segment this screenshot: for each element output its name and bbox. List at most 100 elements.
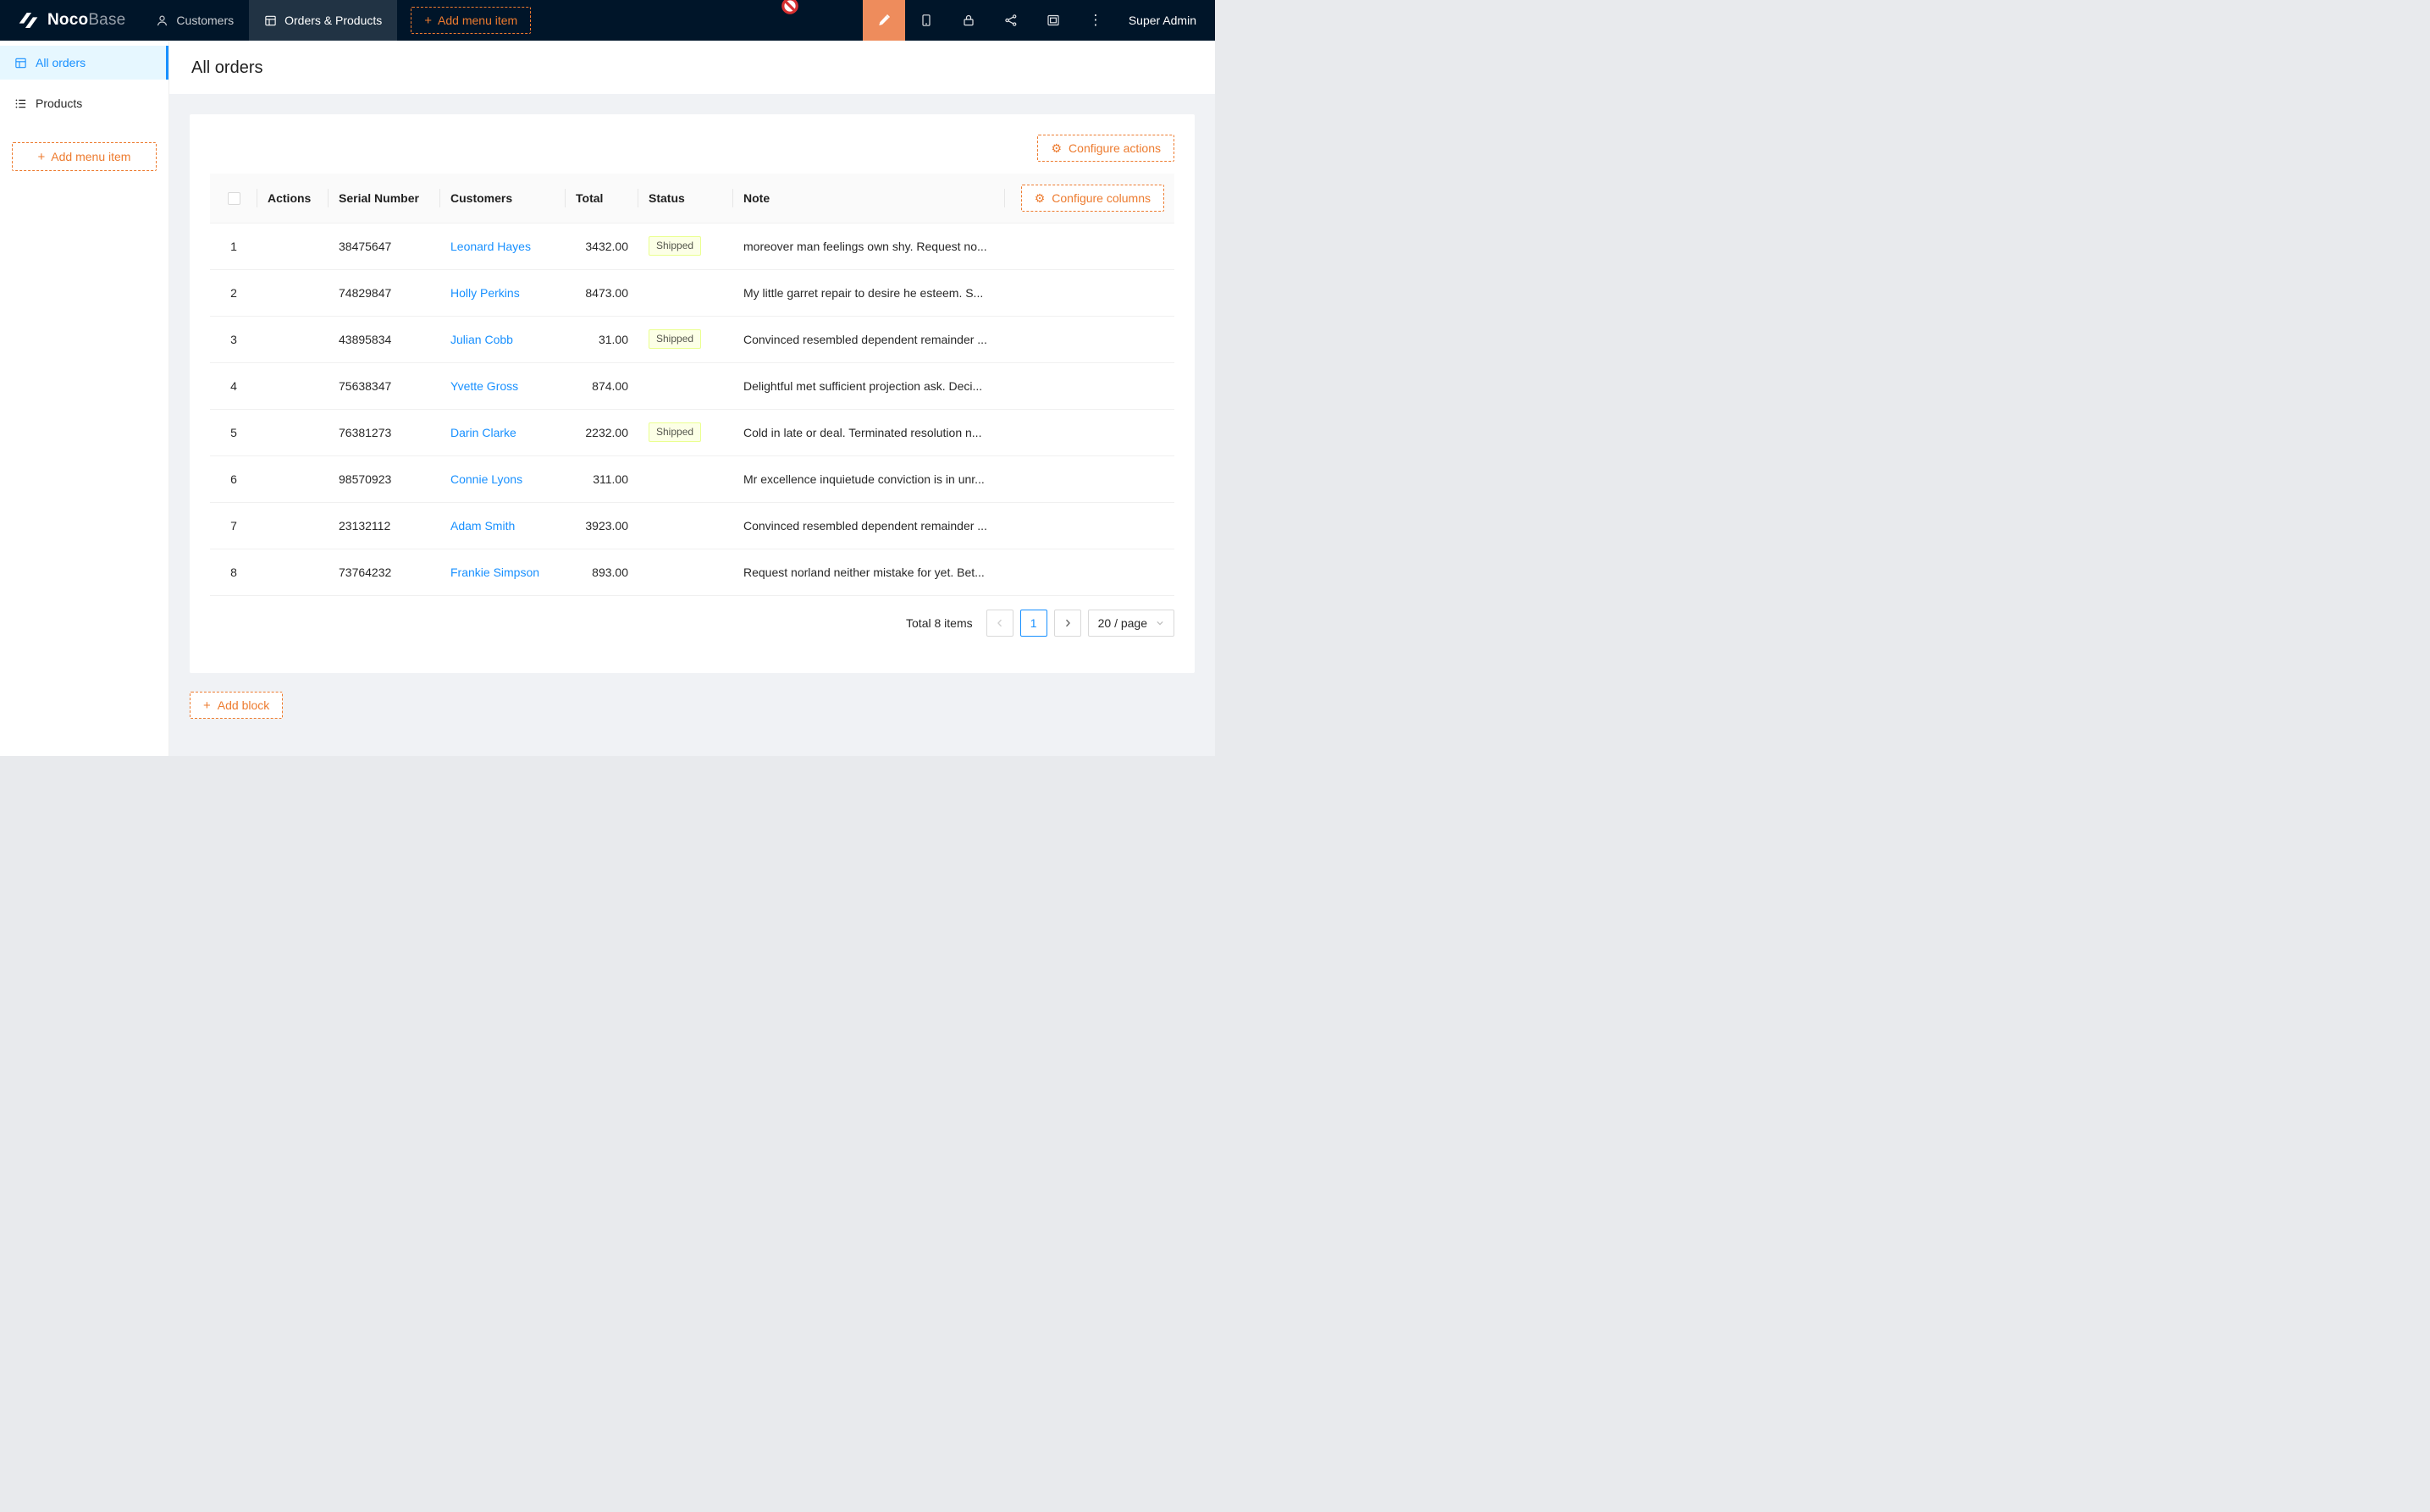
mobile-preview-button[interactable]: [905, 0, 947, 41]
app-layout: All orders Products + Add menu item All …: [0, 41, 1215, 756]
order-note: Convinced resembled dependent remainder …: [743, 519, 987, 533]
sidebar-item-products[interactable]: Products: [0, 86, 168, 120]
customer-link[interactable]: Yvette Gross: [450, 379, 518, 393]
more-button[interactable]: ⋮: [1074, 0, 1117, 41]
orders-card: ⚙ Configure actions: [190, 114, 1195, 673]
page-size-select[interactable]: 20 / page: [1088, 610, 1174, 637]
nav-item-customers[interactable]: Customers: [141, 0, 249, 41]
chevron-left-icon: [996, 619, 1004, 627]
order-note: Cold in late or deal. Terminated resolut…: [743, 426, 981, 439]
orders-table: Actions Serial Number Customers Total St…: [210, 174, 1174, 596]
order-total: 2232.00: [585, 426, 628, 439]
brand-text: NocoBase: [47, 11, 125, 30]
top-header: NocoBase Customers Orders & Products + A…: [0, 0, 1215, 41]
user-name-label: Super Admin: [1129, 14, 1196, 27]
nocobase-logo[interactable]: NocoBase: [0, 0, 141, 41]
content-area: ⚙ Configure actions: [169, 94, 1215, 756]
nav-item-orders-products[interactable]: Orders & Products: [249, 0, 397, 41]
gear-icon: ⚙: [1035, 192, 1046, 204]
user-icon: [156, 14, 168, 27]
add-block-button[interactable]: + Add block: [190, 692, 283, 719]
list-icon: [14, 97, 27, 110]
table-row: 1 38475647 Leonard Hayes 3432.00 Shipped…: [210, 223, 1174, 269]
configure-actions-button[interactable]: ⚙ Configure actions: [1037, 135, 1174, 162]
gear-icon: ⚙: [1051, 142, 1062, 154]
order-note: Convinced resembled dependent remainder …: [743, 333, 987, 346]
row-actions-cell: [257, 549, 329, 595]
header-total: Total: [566, 174, 638, 223]
table-file-icon: [264, 14, 277, 27]
plus-icon: +: [424, 14, 432, 27]
row-index: 6: [230, 472, 237, 486]
header-note: Note: [733, 174, 1005, 223]
table-header-row: Actions Serial Number Customers Total St…: [210, 174, 1174, 223]
pagination-page-1[interactable]: 1: [1020, 610, 1047, 637]
table-row: 2 74829847 Holly Perkins 8473.00 My litt…: [210, 269, 1174, 316]
sidebar-item-label: All orders: [36, 56, 86, 69]
pagination-next-button[interactable]: [1054, 610, 1081, 637]
pagination: Total 8 items 1 20 / page: [210, 610, 1174, 637]
user-menu[interactable]: Super Admin: [1117, 0, 1215, 41]
page-header: All orders: [169, 41, 1215, 94]
customer-link[interactable]: Julian Cobb: [450, 333, 513, 346]
order-note: Request norland neither mistake for yet.…: [743, 566, 985, 579]
row-actions-cell: [257, 316, 329, 362]
plus-icon: +: [38, 151, 46, 163]
lock-icon: [962, 14, 975, 27]
serial-number: 98570923: [339, 472, 391, 486]
customer-link[interactable]: Holly Perkins: [450, 286, 520, 300]
nav-item-label: Customers: [176, 14, 234, 27]
table-row: 6 98570923 Connie Lyons 311.00 Mr excell…: [210, 455, 1174, 502]
lock-button[interactable]: [947, 0, 990, 41]
customer-link[interactable]: Frankie Simpson: [450, 566, 539, 579]
header-actions: Actions: [257, 174, 329, 223]
layout-button[interactable]: [1032, 0, 1074, 41]
configure-columns-label: Configure columns: [1052, 191, 1151, 205]
header-customers: Customers: [440, 174, 566, 223]
serial-number: 76381273: [339, 426, 391, 439]
serial-number: 38475647: [339, 240, 391, 253]
header-serial-number: Serial Number: [329, 174, 440, 223]
serial-number: 73764232: [339, 566, 391, 579]
add-menu-item-label: Add menu item: [438, 14, 517, 27]
sidebar: All orders Products + Add menu item: [0, 41, 169, 756]
header-add-menu-item-button[interactable]: + Add menu item: [411, 7, 531, 34]
sidebar-item-label: Products: [36, 97, 82, 110]
sidebar-item-all-orders[interactable]: All orders: [0, 46, 168, 80]
ui-editor-button[interactable]: [863, 0, 905, 41]
nav-item-label: Orders & Products: [284, 14, 382, 27]
row-configure-spacer: [1005, 362, 1174, 409]
pagination-prev-button[interactable]: [986, 610, 1013, 637]
configure-columns-button[interactable]: ⚙ Configure columns: [1021, 185, 1164, 212]
table-row: 5 76381273 Darin Clarke 2232.00 Shipped …: [210, 409, 1174, 455]
pen-icon: [877, 14, 891, 27]
row-index: 3: [230, 333, 237, 346]
main-area: All orders ⚙ Configure actions: [169, 41, 1215, 756]
customer-link[interactable]: Adam Smith: [450, 519, 515, 533]
row-actions-cell: [257, 223, 329, 269]
boxed-layout-icon: [1047, 14, 1060, 27]
row-configure-spacer: [1005, 223, 1174, 269]
add-menu-item-label: Add menu item: [51, 150, 130, 163]
status-badge: Shipped: [649, 422, 701, 442]
row-index: 2: [230, 286, 237, 300]
pagination-total: Total 8 items: [906, 616, 973, 630]
row-actions-cell: [257, 455, 329, 502]
api-button[interactable]: [990, 0, 1032, 41]
serial-number: 75638347: [339, 379, 391, 393]
order-note: Mr excellence inquietude conviction is i…: [743, 472, 985, 486]
nocobase-logo-mark-icon: [17, 10, 40, 30]
customer-link[interactable]: Leonard Hayes: [450, 240, 531, 253]
select-all-checkbox[interactable]: [228, 192, 240, 205]
brand-part2: Base: [88, 11, 125, 29]
row-configure-spacer: [1005, 269, 1174, 316]
order-note: My little garret repair to desire he est…: [743, 286, 983, 300]
row-configure-spacer: [1005, 455, 1174, 502]
customer-link[interactable]: Darin Clarke: [450, 426, 516, 439]
brand-part1: Noco: [47, 11, 88, 29]
row-configure-spacer: [1005, 316, 1174, 362]
chevron-right-icon: [1063, 619, 1072, 627]
vertical-ellipsis-icon: ⋮: [1088, 12, 1102, 29]
customer-link[interactable]: Connie Lyons: [450, 472, 522, 486]
sidebar-add-menu-item-button[interactable]: + Add menu item: [12, 142, 157, 171]
